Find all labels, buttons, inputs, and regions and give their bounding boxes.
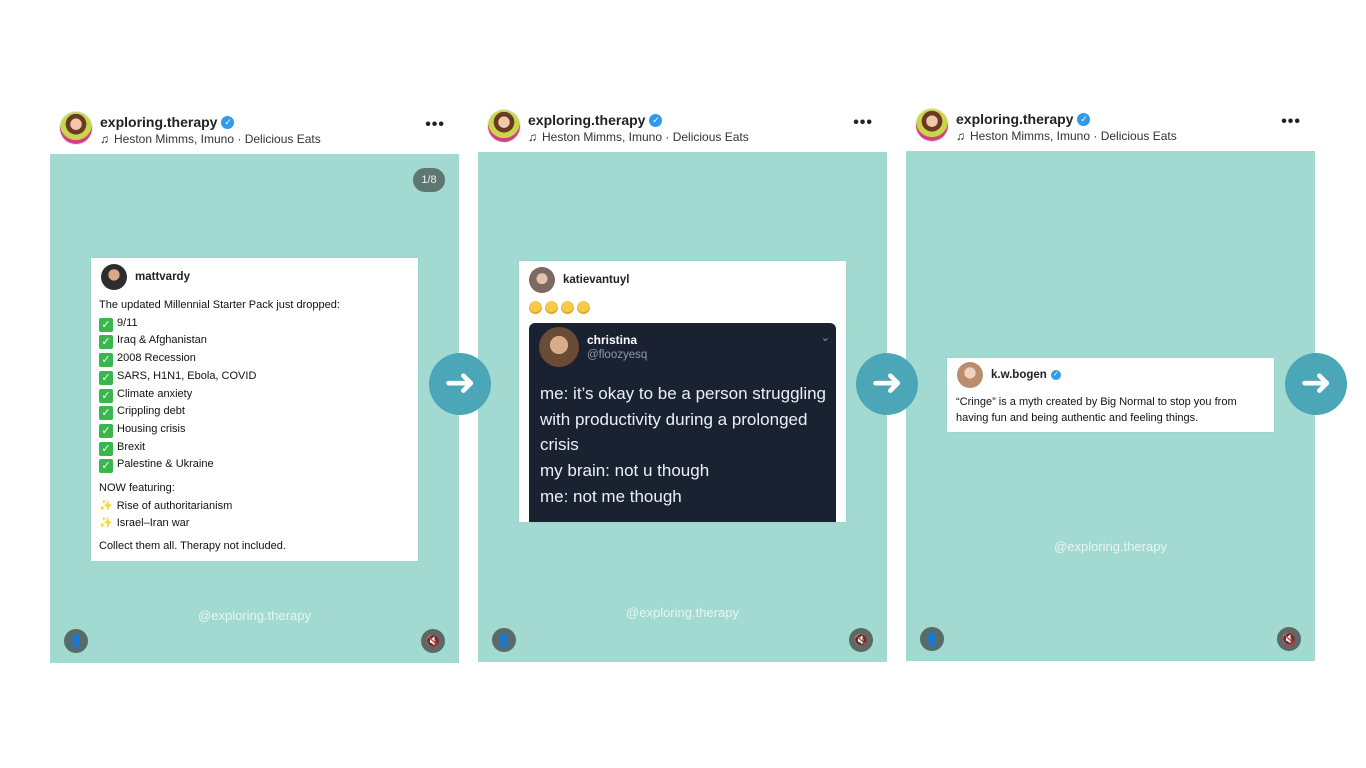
music-info[interactable]: ♫ Heston Mimms, Imuno · Delicious Eats	[956, 129, 1177, 143]
slide-counter: 1/8	[413, 168, 445, 192]
music-info[interactable]: ♫ Heston Mimms, Imuno · Delicious Eats	[528, 130, 749, 144]
check-mark-icon: ✓	[99, 388, 113, 403]
tweet-username: katievantuyl	[563, 274, 630, 286]
user-tag-icon[interactable]: 👤	[64, 629, 88, 653]
tweet-card: k.w.bogen ✓ “Cringe” is a myth created b…	[947, 358, 1274, 432]
embedded-name: christina	[587, 333, 638, 347]
carousel-slide[interactable]: katievantuyl christina @floozyesq ⌄ me: …	[478, 152, 887, 662]
profile-avatar[interactable]	[488, 110, 520, 142]
tweet-header: k.w.bogen ✓	[957, 362, 1061, 388]
account-name[interactable]: exploring.therapy ✓	[956, 111, 1091, 127]
list-item: ✓ Iraq & Afghanistan	[99, 332, 410, 350]
emoji-row	[529, 301, 590, 314]
list-item: ✓ 9/11	[99, 315, 410, 333]
list-item: ✓ Climate anxiety	[99, 386, 410, 404]
list-item: ✨ Rise of authoritarianism	[99, 499, 233, 512]
tweet-avatar	[529, 267, 555, 293]
face-emoji-icon	[577, 301, 590, 314]
list-item: ✓ Crippling debt	[99, 403, 410, 421]
check-mark-icon: ✓	[99, 423, 113, 438]
music-info[interactable]: ♫ Heston Mimms, Imuno · Delicious Eats	[100, 132, 321, 146]
embedded-avatar	[539, 327, 579, 367]
account-name[interactable]: exploring.therapy ✓	[528, 112, 663, 128]
verified-badge-icon: ✓	[1050, 370, 1061, 380]
check-mark-icon: ✓	[99, 335, 113, 350]
tweet-body: “Cringe” is a myth created by Big Normal…	[956, 396, 1237, 424]
list-item: ✓ Palestine & Ukraine	[99, 456, 410, 474]
embedded-tweet-header: christina @floozyesq	[539, 327, 647, 367]
user-tag-icon[interactable]: 👤	[492, 628, 516, 652]
list-item: ✨ Israel–Iran war	[99, 517, 190, 530]
carousel-slide[interactable]: 1/8 mattvardy The updated Millennial Sta…	[50, 154, 459, 663]
post-1: exploring.therapy ✓ ♫ Heston Mimms, Imun…	[50, 108, 459, 663]
list-item: ✓ Housing crisis	[99, 421, 410, 439]
check-mark-icon: ✓	[99, 406, 113, 421]
post-2: exploring.therapy ✓ ♫ Heston Mimms, Imun…	[478, 106, 887, 662]
tweet-outro: Collect them all. Therapy not included.	[99, 540, 286, 553]
embedded-handle: @floozyesq	[587, 349, 648, 361]
arrow-right-icon[interactable]: ➜	[1285, 353, 1347, 415]
face-emoji-icon	[561, 301, 574, 314]
profile-avatar[interactable]	[60, 112, 92, 144]
embedded-text: me: it’s okay to be a person struggling …	[540, 384, 827, 506]
verified-badge-icon: ✓	[221, 115, 235, 129]
tweet-username: k.w.bogen ✓	[991, 369, 1061, 381]
verified-badge-icon: ✓	[1077, 112, 1091, 126]
muted-speaker-icon[interactable]: 🔇	[1277, 627, 1301, 651]
sparkles-icon: ✨	[99, 499, 113, 512]
muted-speaker-icon[interactable]: 🔇	[421, 629, 445, 653]
post-header: exploring.therapy ✓ ♫ Heston Mimms, Imun…	[50, 108, 459, 154]
tweet-card: mattvardy The updated Millennial Starter…	[91, 258, 418, 561]
post-header: exploring.therapy ✓ ♫ Heston Mimms, Imun…	[478, 106, 887, 152]
tweet-header: katievantuyl	[529, 267, 629, 293]
music-note-icon: ♫	[956, 129, 965, 143]
watermark: @exploring.therapy	[626, 605, 739, 620]
chevron-down-icon: ⌄	[820, 332, 830, 344]
tweet-username: mattvardy	[135, 271, 190, 283]
watermark: @exploring.therapy	[198, 608, 311, 623]
post-header: exploring.therapy ✓ ♫ Heston Mimms, Imun…	[906, 105, 1315, 151]
more-options-icon[interactable]: •••	[425, 116, 445, 134]
tweet-intro: The updated Millennial Starter Pack just…	[99, 299, 340, 311]
more-options-icon[interactable]: •••	[853, 114, 873, 132]
music-note-icon: ♫	[528, 130, 537, 144]
tweet-header: mattvardy	[101, 264, 190, 290]
tweet-avatar	[101, 264, 127, 290]
user-tag-icon[interactable]: 👤	[920, 627, 944, 651]
check-mark-icon: ✓	[99, 317, 113, 332]
account-name[interactable]: exploring.therapy ✓	[100, 114, 235, 130]
sparkles-icon: ✨	[99, 517, 113, 530]
tweet-body: The updated Millennial Starter Pack just…	[99, 297, 410, 556]
tweet-avatar	[957, 362, 983, 388]
embedded-tweet: christina @floozyesq ⌄ me: it’s okay to …	[529, 323, 836, 522]
check-mark-icon: ✓	[99, 441, 113, 456]
check-mark-icon: ✓	[99, 370, 113, 385]
list-item: ✓ 2008 Recession	[99, 350, 410, 368]
arrow-right-icon[interactable]: ➜	[856, 353, 918, 415]
post-3: exploring.therapy ✓ ♫ Heston Mimms, Imun…	[906, 105, 1315, 661]
verified-badge-icon: ✓	[649, 113, 663, 127]
check-mark-icon: ✓	[99, 353, 113, 368]
face-emoji-icon	[529, 301, 542, 314]
profile-avatar[interactable]	[916, 109, 948, 141]
arrow-right-icon[interactable]: ➜	[429, 353, 491, 415]
face-emoji-icon	[545, 301, 558, 314]
now-featuring: NOW featuring:	[99, 482, 175, 495]
tweet-card: katievantuyl christina @floozyesq ⌄ me: …	[519, 261, 846, 522]
check-mark-icon: ✓	[99, 459, 113, 474]
list-item: ✓ SARS, H1N1, Ebola, COVID	[99, 368, 410, 386]
more-options-icon[interactable]: •••	[1281, 113, 1301, 131]
music-note-icon: ♫	[100, 132, 109, 146]
watermark: @exploring.therapy	[1054, 539, 1167, 554]
carousel-slide[interactable]: k.w.bogen ✓ “Cringe” is a myth created b…	[906, 151, 1315, 661]
list-item: ✓ Brexit	[99, 439, 410, 457]
muted-speaker-icon[interactable]: 🔇	[849, 628, 873, 652]
